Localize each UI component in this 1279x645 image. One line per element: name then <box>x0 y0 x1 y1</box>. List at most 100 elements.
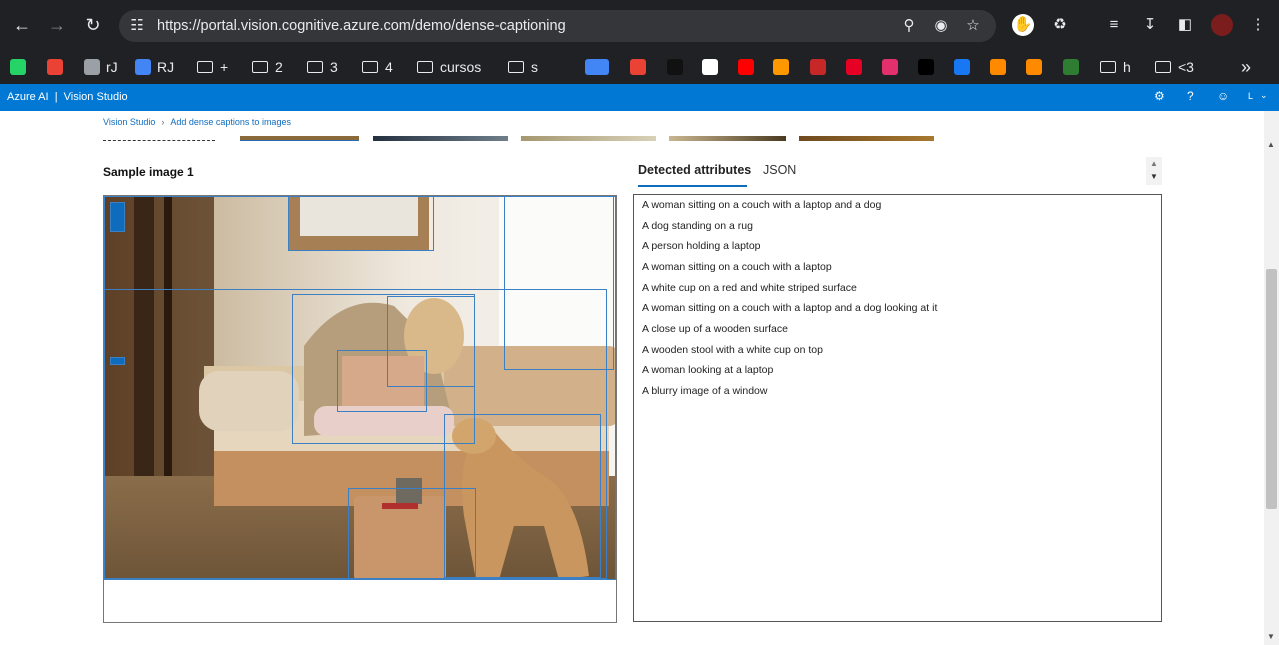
bounding-box[interactable] <box>337 350 427 412</box>
tab-scroll-control[interactable]: ▲ ▼ <box>1146 157 1162 185</box>
site-settings-icon[interactable]: ☷ <box>127 16 147 36</box>
eye-slash-icon[interactable]: ◉ <box>931 16 951 36</box>
bookmark-item[interactable] <box>593 55 609 79</box>
bookmark-item[interactable] <box>918 55 934 79</box>
bookmark-item[interactable] <box>954 55 970 79</box>
bookmark-item[interactable] <box>1063 55 1079 79</box>
sample-thumbnail[interactable] <box>521 136 656 141</box>
attribute-item[interactable]: A woman sitting on a couch with a laptop <box>642 261 832 273</box>
bookmark-item[interactable]: 2 <box>252 55 283 79</box>
bounding-box-selected[interactable] <box>110 202 125 232</box>
bookmark-item[interactable] <box>810 55 826 79</box>
bookmark-item[interactable] <box>702 55 718 79</box>
bookmark-item[interactable]: s <box>508 55 538 79</box>
bookmark-item[interactable]: RJ <box>135 55 174 79</box>
chevron-down-icon[interactable]: ⌄ <box>1260 90 1268 101</box>
sample-thumbnail[interactable] <box>240 136 359 141</box>
reading-list-icon[interactable]: ≡ <box>1103 14 1125 36</box>
settings-gear-icon[interactable]: ⚙ <box>1154 89 1165 103</box>
bookmark-item[interactable] <box>630 55 646 79</box>
reload-icon[interactable]: ↻ <box>82 14 104 36</box>
folder-icon <box>252 61 268 73</box>
bounding-box-selected[interactable] <box>110 357 125 365</box>
account-initial[interactable]: L <box>1248 91 1253 101</box>
scrollbar-thumb[interactable] <box>1266 269 1277 509</box>
folder-icon <box>1100 61 1116 73</box>
scroll-down-icon[interactable]: ▼ <box>1150 172 1158 181</box>
page-scrollbar[interactable]: ▲ ▼ <box>1264 111 1279 645</box>
bookmark-item[interactable] <box>846 55 862 79</box>
breadcrumb-current: Add dense captions to images <box>170 117 291 127</box>
image-panel <box>103 195 617 623</box>
bookmark-label: 2 <box>275 59 283 75</box>
folder-icon <box>417 61 433 73</box>
sample-thumbnail[interactable] <box>669 136 786 141</box>
download-icon[interactable]: ↧ <box>1139 14 1161 36</box>
adblock-extension-icon[interactable]: ✋ <box>1012 14 1034 36</box>
bookmark-item[interactable] <box>882 55 898 79</box>
attribute-item[interactable]: A blurry image of a window <box>642 385 767 397</box>
address-bar[interactable]: ☷ https://portal.vision.cognitive.azure.… <box>119 10 996 42</box>
sample-thumbnail-upload[interactable] <box>103 136 215 141</box>
help-icon[interactable]: ? <box>1187 89 1194 103</box>
bookmark-item[interactable] <box>738 55 754 79</box>
bookmark-label: s <box>531 59 538 75</box>
forward-arrow-icon[interactable]: → <box>46 14 68 36</box>
bookmark-label: cursos <box>440 59 482 75</box>
instagram-icon <box>882 59 898 75</box>
sample-photo <box>104 196 616 580</box>
bookmark-item[interactable] <box>990 55 1006 79</box>
attribute-item[interactable]: A white cup on a red and white striped s… <box>642 282 857 294</box>
bookmark-item[interactable]: 4 <box>362 55 393 79</box>
more-bookmarks-icon[interactable]: » <box>1241 55 1251 79</box>
attribute-item[interactable]: A woman sitting on a couch with a laptop… <box>642 302 937 314</box>
sample-thumbnail[interactable] <box>799 136 934 141</box>
bookmark-item[interactable]: + <box>197 55 228 79</box>
portal-icon <box>990 59 1006 75</box>
bounding-box[interactable] <box>348 488 476 580</box>
attribute-item[interactable]: A close up of a wooden surface <box>642 323 788 335</box>
bookmark-item[interactable] <box>10 55 26 79</box>
k-icon <box>667 59 683 75</box>
scroll-down-arrow-icon[interactable]: ▼ <box>1267 632 1275 641</box>
attribute-item[interactable]: A woman looking at a laptop <box>642 364 773 376</box>
attribute-item[interactable]: A person holding a laptop <box>642 240 761 252</box>
profile-avatar[interactable] <box>1211 14 1233 36</box>
tab-json[interactable]: JSON <box>763 163 796 177</box>
bookmark-item[interactable]: 3 <box>307 55 338 79</box>
bounding-box[interactable] <box>288 196 434 251</box>
youtube-music-icon <box>738 59 754 75</box>
attribute-item[interactable]: A dog standing on a rug <box>642 220 753 232</box>
tab-detected-attributes[interactable]: Detected attributes <box>638 163 751 177</box>
bookmark-item[interactable]: h <box>1100 55 1131 79</box>
bookmark-item[interactable] <box>47 55 63 79</box>
side-panel-icon[interactable]: ◧ <box>1174 14 1196 36</box>
breadcrumb-home-link[interactable]: Vision Studio <box>103 117 155 127</box>
back-arrow-icon[interactable]: ← <box>11 14 33 36</box>
attribute-item[interactable]: A wooden stool with a white cup on top <box>642 344 823 356</box>
zoom-icon[interactable]: ⚲ <box>899 16 919 36</box>
bookmark-item[interactable] <box>773 55 789 79</box>
scroll-up-arrow-icon[interactable]: ▲ <box>1267 140 1275 149</box>
star-icon[interactable]: ☆ <box>963 16 983 36</box>
attribute-item[interactable]: A woman sitting on a couch with a laptop… <box>642 199 881 211</box>
bookmark-item[interactable] <box>667 55 683 79</box>
bookmark-label: RJ <box>157 59 175 75</box>
scroll-up-icon[interactable]: ▲ <box>1150 159 1158 168</box>
menu-kebab-icon[interactable]: ⋮ <box>1247 14 1269 36</box>
bookmark-label: 4 <box>385 59 393 75</box>
url-text[interactable]: https://portal.vision.cognitive.azure.co… <box>157 18 566 34</box>
extensions-icon[interactable]: ♻ <box>1049 14 1071 36</box>
sample-thumbnail[interactable] <box>373 136 508 141</box>
feedback-smiley-icon[interactable]: ☺ <box>1217 89 1229 103</box>
translate-icon <box>593 59 609 75</box>
whatsapp-icon <box>10 59 26 75</box>
folder-icon <box>362 61 378 73</box>
bookmark-item[interactable]: rJ <box>84 55 118 79</box>
breadcrumb-separator: › <box>161 117 165 127</box>
folder-icon <box>1155 61 1171 73</box>
bookmark-item[interactable]: <3 <box>1155 55 1194 79</box>
bookmark-item[interactable]: cursos <box>417 55 481 79</box>
portal2-icon <box>1026 59 1042 75</box>
bookmark-item[interactable] <box>1026 55 1042 79</box>
